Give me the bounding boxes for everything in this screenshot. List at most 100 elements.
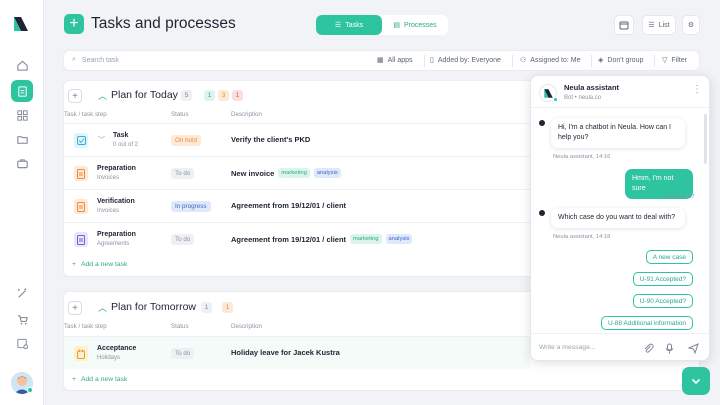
home-icon[interactable]: [11, 54, 33, 76]
add-section-task-button[interactable]: +: [68, 301, 82, 315]
row-subtitle: Agreements: [97, 241, 130, 247]
filter-bar: ⌕ Search task ▦ All apps ▯ Added by: Every…: [63, 50, 700, 71]
table-row[interactable]: Verification Invoices In progress Agreem…: [64, 189, 530, 222]
calendar-icon: [619, 21, 629, 30]
assigned-to-label: Assigned to: Me: [530, 56, 581, 64]
search-input[interactable]: ⌕ Search task: [72, 56, 119, 64]
apps-grid-icon[interactable]: [11, 104, 33, 126]
list-view-button[interactable]: ☰ List: [642, 15, 676, 35]
plus-icon: +: [72, 261, 76, 268]
chat-scrollbar[interactable]: [704, 114, 707, 164]
column-header-status: Status: [171, 323, 189, 330]
add-new-task-link[interactable]: + Add a new task: [72, 376, 127, 383]
send-icon[interactable]: [688, 343, 699, 354]
tag-marketing[interactable]: marketing: [350, 234, 382, 244]
row-description-text: Verify the client's PKD: [231, 135, 311, 144]
added-by-filter[interactable]: ▯ Added by: Everyone: [430, 56, 501, 65]
status-badge[interactable]: To do: [171, 234, 195, 245]
chat-title: Neula assistant: [564, 83, 620, 92]
group-filter[interactable]: ◈ Don't group: [598, 56, 644, 65]
table-row[interactable]: Acceptance Holidays To do Holiday leave …: [64, 336, 530, 369]
assigned-to-filter[interactable]: ⚇ Assigned to: Me: [520, 56, 581, 65]
sidebar: [0, 0, 44, 405]
row-subtitle: Invoices: [97, 175, 120, 181]
quick-reply-button[interactable]: U-90 Accepted?: [632, 294, 693, 308]
briefcase-icon[interactable]: [11, 152, 33, 174]
neula-logo[interactable]: [12, 15, 30, 33]
chevron-up-icon[interactable]: ︿: [98, 301, 107, 314]
added-by-label: Added by: Everyone: [437, 56, 501, 64]
row-subtitle: Holidays: [97, 355, 121, 361]
attachment-icon[interactable]: [643, 343, 654, 354]
row-description: Holiday leave for Jacek Kustra: [231, 348, 340, 357]
settings-list-icon[interactable]: [11, 332, 33, 354]
quick-reply-button[interactable]: A new case: [645, 250, 693, 264]
tasks-icon[interactable]: [11, 80, 33, 102]
filter-button[interactable]: ▽ Filter: [662, 56, 687, 65]
row-title: Preparation: [97, 165, 136, 172]
calendar-view-button[interactable]: [614, 15, 634, 35]
view-switch: ☰ Tasks ▤ Processes: [316, 15, 448, 35]
table-row[interactable]: Preparation Agreements To do Agreement f…: [64, 222, 530, 255]
folder-icon[interactable]: [11, 128, 33, 150]
row-subtitle: Invoices: [97, 208, 120, 214]
cart-icon[interactable]: [11, 308, 33, 330]
add-new-task-label: Add a new task: [80, 261, 128, 268]
row-description-text: Agreement from 19/12/01 / client: [231, 234, 347, 244]
tab-tasks[interactable]: ☰ Tasks: [316, 15, 382, 35]
all-apps-filter[interactable]: ▦ All apps: [377, 56, 413, 65]
add-new-task-label: Add a new task: [80, 376, 128, 383]
magic-wand-icon[interactable]: [11, 282, 33, 304]
status-badge[interactable]: On hold: [171, 135, 202, 146]
processes-icon: ▤: [393, 22, 400, 29]
tag-analysis[interactable]: analysis: [313, 168, 341, 178]
layers-icon: ◈: [598, 57, 604, 64]
more-options-icon[interactable]: ⋮: [692, 84, 702, 95]
tag-analysis[interactable]: analysis: [385, 234, 413, 244]
bot-avatar-icon: [539, 210, 545, 216]
microphone-icon[interactable]: [664, 343, 675, 354]
quick-reply-button[interactable]: U-88 Additional information: [600, 316, 693, 330]
message-input[interactable]: Write a message...: [539, 344, 596, 351]
holiday-icon: [74, 346, 88, 361]
chat-message-bot: Which case do you want to deal with?: [551, 208, 685, 228]
invoice-icon: [74, 166, 88, 181]
column-header-description: Description: [231, 111, 262, 118]
filter-icon: ▽: [662, 57, 668, 64]
message-meta: Neula assistant, 14:16: [553, 154, 611, 160]
column-header-status: Status: [171, 111, 189, 118]
column-header-description: Description: [231, 323, 262, 330]
invoice-icon: [74, 199, 88, 214]
all-apps-label: All apps: [387, 56, 413, 64]
divider: [424, 55, 425, 67]
count-overdue-badge: 1: [232, 90, 243, 101]
tag-marketing[interactable]: marketing: [278, 168, 310, 178]
tab-processes[interactable]: ▤ Processes: [382, 15, 448, 35]
status-badge[interactable]: To do: [171, 348, 195, 359]
row-description-text: Agreement from 19/12/01 / client: [231, 201, 347, 210]
message-meta: Neula assistant, 14:18: [553, 234, 611, 240]
table-row[interactable]: ﹀ Task 0 out of 2 On hold Verify the cli…: [64, 123, 530, 156]
online-status-dot: [553, 97, 558, 102]
status-badge[interactable]: In progress: [171, 201, 211, 212]
add-button[interactable]: +: [64, 14, 84, 34]
list-view-label: List: [658, 21, 670, 29]
checkbox-task-icon[interactable]: [74, 133, 88, 148]
count-total-badge: 1: [201, 302, 212, 313]
chat-message-bot: Hi, I'm a chatbot in Neula. How can I he…: [551, 118, 685, 148]
add-section-task-button[interactable]: +: [68, 89, 82, 103]
count-total-badge: 5: [181, 90, 192, 101]
row-title: Task: [113, 132, 129, 139]
chevron-up-icon[interactable]: ︿: [98, 89, 107, 102]
dont-group-label: Don't group: [607, 56, 644, 64]
quick-reply-button[interactable]: U-91 Accepted?: [632, 272, 693, 286]
row-subtitle: 0 out of 2: [113, 142, 139, 148]
table-row[interactable]: Preparation Invoices To do New invoice m…: [64, 156, 530, 189]
chevron-down-icon[interactable]: ﹀: [98, 135, 105, 145]
settings-button[interactable]: ⚙: [682, 15, 700, 35]
add-new-task-link[interactable]: + Add a new task: [72, 261, 127, 268]
status-badge[interactable]: To do: [171, 168, 195, 179]
chat-toggle-button[interactable]: [682, 367, 710, 395]
row-description-text: Holiday leave for Jacek Kustra: [231, 348, 340, 357]
tab-tasks-label: Tasks: [345, 21, 364, 29]
